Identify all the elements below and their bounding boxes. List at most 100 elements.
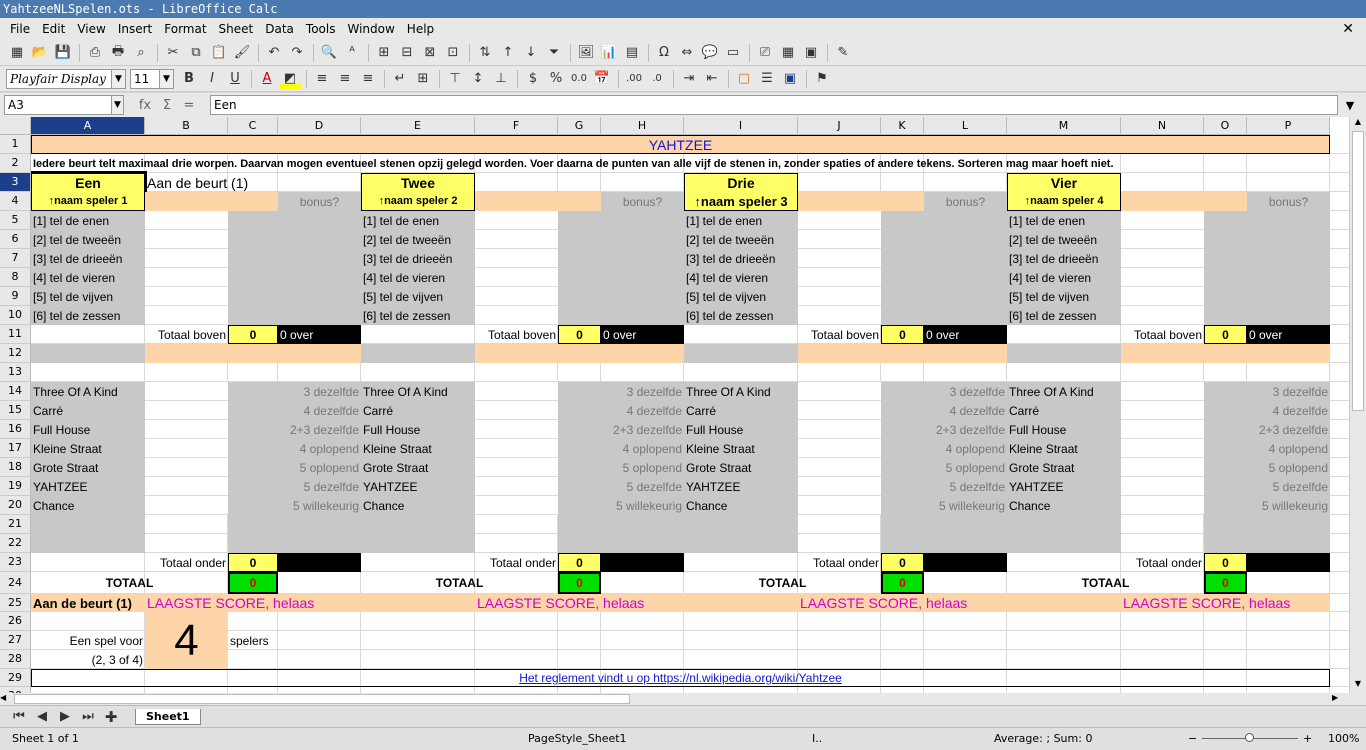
row-header-16[interactable]: 16 xyxy=(0,420,31,439)
lower-score-input-p2[interactable] xyxy=(475,439,558,458)
lower-score-input-p4[interactable] xyxy=(1121,496,1204,515)
zoom-slider-handle[interactable] xyxy=(1245,733,1254,742)
upper-score-input-p3[interactable] xyxy=(798,268,881,287)
lower-score-input-p1[interactable] xyxy=(145,420,228,439)
merge-cells-icon[interactable]: ⊞ xyxy=(412,69,434,89)
decrease-indent-icon[interactable]: ⇤ xyxy=(701,69,723,89)
row-header-2[interactable]: 2 xyxy=(0,154,31,173)
special-character-icon[interactable]: Ω xyxy=(653,43,675,63)
lower-score-input-p1[interactable] xyxy=(145,477,228,496)
lower-score-input-p1[interactable] xyxy=(145,496,228,515)
border-color-icon[interactable]: ▣ xyxy=(779,69,801,89)
italic-icon[interactable]: I xyxy=(201,69,223,89)
scroll-up-icon[interactable]: ▲ xyxy=(1350,117,1366,129)
add-decimal-icon[interactable]: .00 xyxy=(623,69,645,89)
row-header-24[interactable]: 24 xyxy=(0,572,31,594)
row-header-19[interactable]: 19 xyxy=(0,477,31,496)
paste-icon[interactable]: 📋 xyxy=(208,43,230,63)
column-header-b[interactable]: B xyxy=(145,117,228,135)
open-icon[interactable]: 📂 xyxy=(29,43,51,63)
menu-sheet[interactable]: Sheet xyxy=(213,22,260,36)
upper-score-input-p3[interactable] xyxy=(798,287,881,306)
upper-score-input-p1[interactable] xyxy=(145,287,228,306)
print-icon[interactable]: 🖶 xyxy=(107,43,129,63)
column-header-f[interactable]: F xyxy=(475,117,558,135)
sort-icon[interactable]: ⇅ xyxy=(474,43,496,63)
column-header-c[interactable]: C xyxy=(228,117,278,135)
column-header-i[interactable]: I xyxy=(684,117,798,135)
lower-score-input-p3[interactable] xyxy=(798,477,881,496)
upper-score-input-p3[interactable] xyxy=(798,249,881,268)
zoom-in-icon[interactable]: + xyxy=(1303,732,1312,745)
find-replace-icon[interactable]: 🔍 xyxy=(318,43,340,63)
column-header-k[interactable]: K xyxy=(881,117,924,135)
lower-score-input-p3[interactable] xyxy=(798,496,881,515)
upper-score-input-p4[interactable] xyxy=(1121,249,1204,268)
formula-icon[interactable]: = xyxy=(178,98,200,113)
zoom-out-icon[interactable]: − xyxy=(1188,732,1197,745)
hyperlink-icon[interactable]: ⇔ xyxy=(676,43,698,63)
lower-score-input-p1[interactable] xyxy=(145,401,228,420)
row-icon[interactable]: ⊞ xyxy=(373,43,395,63)
row-header-22[interactable]: 22 xyxy=(0,534,31,553)
align-left-icon[interactable]: ≡ xyxy=(311,69,333,89)
column-header-n[interactable]: N xyxy=(1121,117,1204,135)
lower-score-input-p3[interactable] xyxy=(798,439,881,458)
chevron-down-icon[interactable]: ▼ xyxy=(159,69,173,88)
row-header-25[interactable]: 25 xyxy=(0,594,31,612)
column-header-h[interactable]: H xyxy=(601,117,684,135)
clone-formatting-icon[interactable]: 🖌 xyxy=(231,43,253,63)
previous-sheet-icon[interactable]: ◀ xyxy=(31,707,53,727)
chevron-down-icon[interactable]: ▼ xyxy=(111,69,125,88)
name-box[interactable]: A3 ▼ xyxy=(4,95,124,115)
lower-score-input-p4[interactable] xyxy=(1121,458,1204,477)
headers-footers-icon[interactable]: ▭ xyxy=(722,43,744,63)
menu-insert[interactable]: Insert xyxy=(112,22,158,36)
font-name-combo[interactable]: Playfair Display ▼ xyxy=(6,68,126,89)
font-color-icon[interactable]: A xyxy=(256,69,278,89)
row-header-9[interactable]: 9 xyxy=(0,287,31,306)
vertical-scroll-thumb[interactable] xyxy=(1352,131,1364,411)
player-2-name[interactable]: Twee xyxy=(361,173,475,192)
bold-icon[interactable]: B xyxy=(178,69,200,89)
player-3-name[interactable]: Drie xyxy=(684,173,798,192)
border-style-icon[interactable]: ☰ xyxy=(756,69,778,89)
formula-input[interactable]: Een xyxy=(210,95,1338,115)
menu-window[interactable]: Window xyxy=(341,22,400,36)
freeze-rows-icon[interactable]: ▦ xyxy=(777,43,799,63)
add-sheet-icon[interactable]: ✚ xyxy=(100,707,122,727)
row-header-11[interactable]: 11 xyxy=(0,325,31,344)
row-header-4[interactable]: 4 xyxy=(0,192,31,211)
align-top-icon[interactable]: ⊤ xyxy=(444,69,466,89)
highlight-color-icon[interactable]: ◩ xyxy=(279,68,301,89)
rules-link[interactable]: Het reglement vindt u op https://nl.wiki… xyxy=(31,669,1330,687)
player-1-name[interactable]: Een xyxy=(29,171,147,194)
row-header-10[interactable]: 10 xyxy=(0,306,31,325)
sum-icon[interactable]: Σ xyxy=(156,98,178,113)
increase-indent-icon[interactable]: ⇥ xyxy=(678,69,700,89)
upper-score-input-p2[interactable] xyxy=(475,287,558,306)
column-icon[interactable]: ⊟ xyxy=(396,43,418,63)
row-header-7[interactable]: 7 xyxy=(0,249,31,268)
lower-score-input-p2[interactable] xyxy=(475,458,558,477)
autofilter-icon[interactable]: ⏷ xyxy=(543,43,565,63)
row-header-14[interactable]: 14 xyxy=(0,382,31,401)
upper-score-input-p2[interactable] xyxy=(475,268,558,287)
page-style[interactable]: PageStyle_Sheet1 xyxy=(528,732,627,745)
comment-icon[interactable]: 💬 xyxy=(699,43,721,63)
upper-score-input-p4[interactable] xyxy=(1121,287,1204,306)
lower-score-input-p3[interactable] xyxy=(798,382,881,401)
image-icon[interactable]: 🖼 xyxy=(575,43,597,63)
upper-score-input-p2[interactable] xyxy=(475,306,558,325)
row-header-3[interactable]: 3 xyxy=(0,173,31,192)
menu-file[interactable]: File xyxy=(4,22,36,36)
lower-score-input-p2[interactable] xyxy=(475,401,558,420)
row-header-1[interactable]: 1 xyxy=(0,135,31,154)
column-header-d[interactable]: D xyxy=(278,117,361,135)
next-sheet-icon[interactable]: ▶ xyxy=(54,707,76,727)
row-header-12[interactable]: 12 xyxy=(0,344,31,363)
upper-score-input-p1[interactable] xyxy=(145,211,228,230)
lower-score-input-p4[interactable] xyxy=(1121,401,1204,420)
delete-decimal-icon[interactable]: .0 xyxy=(646,69,668,89)
align-middle-icon[interactable]: ↕ xyxy=(467,69,489,89)
